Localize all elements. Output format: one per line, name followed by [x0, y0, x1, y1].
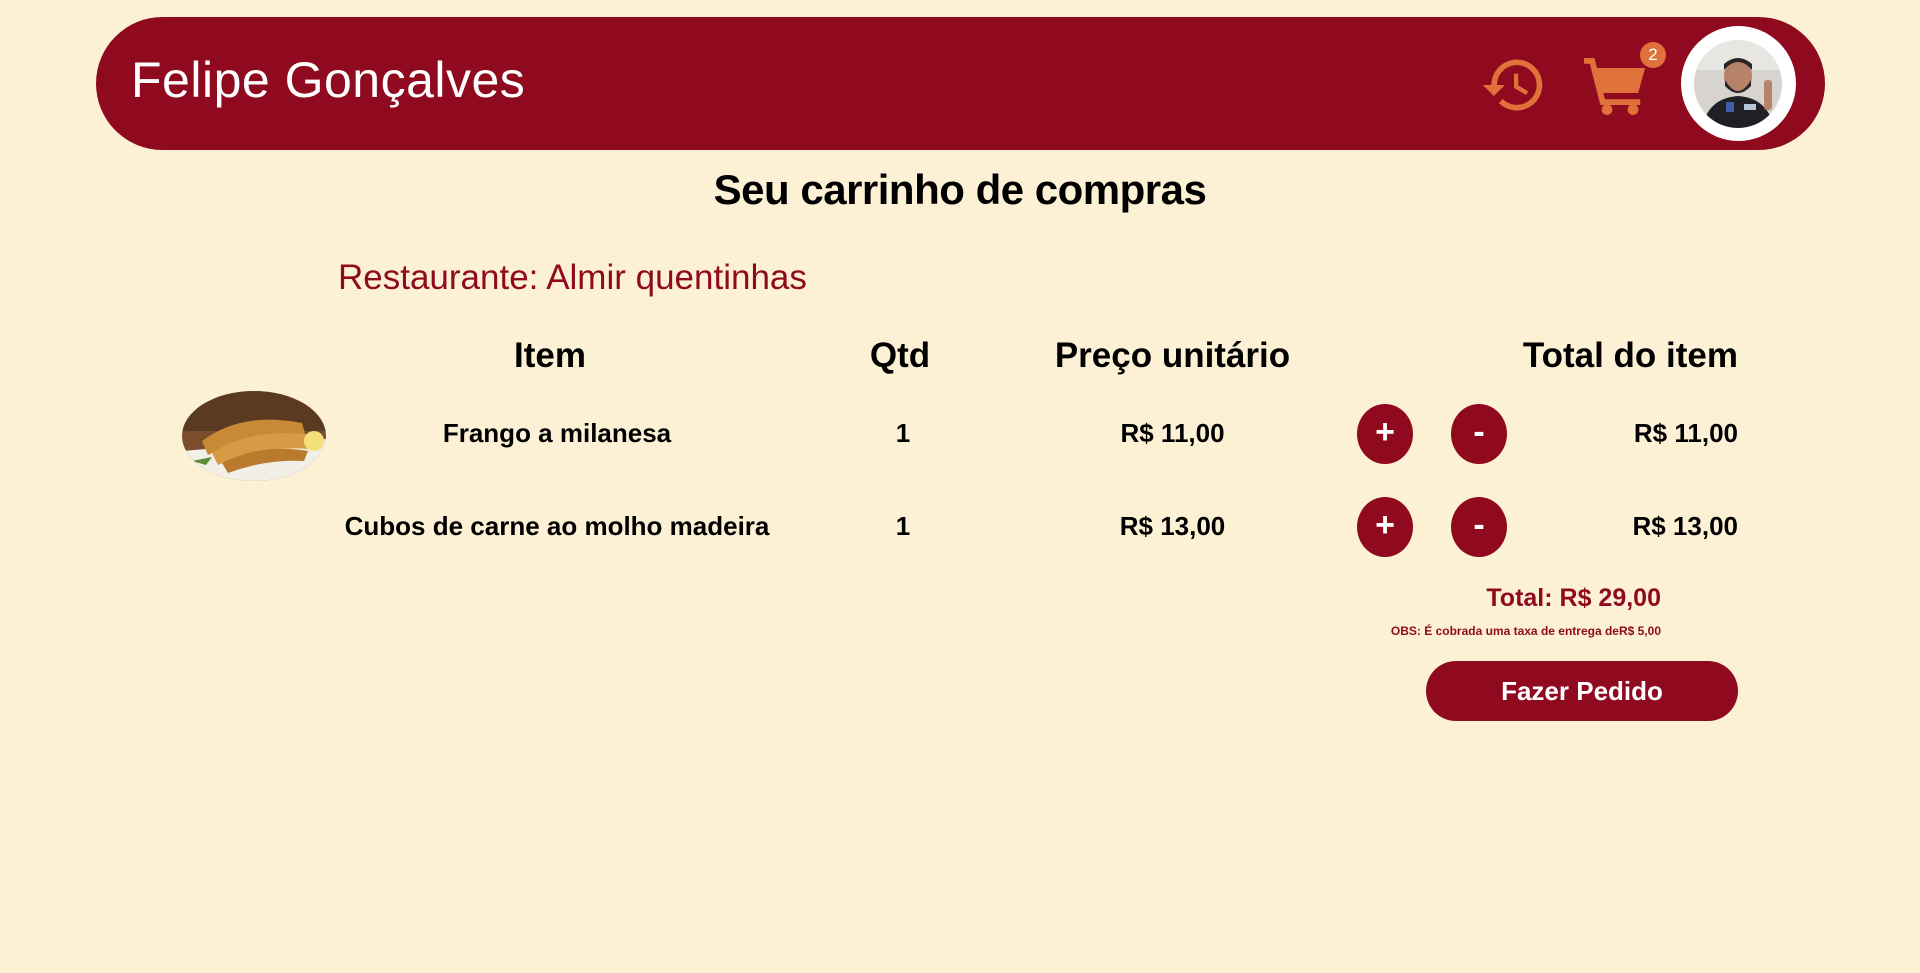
item-name: Cubos de carne ao molho madeira	[344, 511, 770, 541]
item-total: R$ 13,00	[1632, 511, 1738, 541]
user-name: Felipe Gonçalves	[131, 52, 526, 108]
cart-count-badge: 2	[1640, 42, 1666, 68]
page-title: Seu carrinho de compras	[713, 166, 1207, 213]
cart-total: Total: R$ 29,00	[1486, 584, 1661, 612]
increase-qty-button[interactable]: +	[1357, 404, 1413, 464]
place-order-button[interactable]: Fazer Pedido	[1426, 661, 1738, 721]
top-navbar: Felipe Gonçalves 2	[96, 17, 1825, 150]
increase-qty-button[interactable]: +	[1357, 497, 1413, 557]
column-header-qtd: Qtd	[869, 336, 931, 375]
column-header-unit-price: Preço unitário	[1054, 336, 1291, 375]
item-total: R$ 11,00	[1633, 418, 1738, 448]
item-unit-price: R$ 13,00	[1119, 511, 1226, 541]
item-qty: 1	[895, 418, 911, 448]
delivery-fee-note: OBS: É cobrada uma taxa de entrega deR$ …	[1390, 624, 1661, 638]
cart-row: Frango a milanesa 1 R$ 11,00 + - R$ 11,0…	[0, 391, 1920, 481]
history-icon[interactable]	[1480, 51, 1548, 119]
column-header-item-total: Total do item	[1522, 336, 1738, 375]
item-qty: 1	[895, 511, 911, 541]
cart-row: Cubos de carne ao molho madeira 1 R$ 13,…	[0, 491, 1920, 561]
user-avatar	[1694, 40, 1782, 128]
food-photo	[182, 391, 326, 481]
restaurant-name: Restaurante: Almir quentinhas	[338, 258, 807, 297]
decrease-qty-button[interactable]: -	[1451, 497, 1507, 557]
item-name: Frango a milanesa	[442, 418, 672, 448]
decrease-qty-button[interactable]: -	[1451, 404, 1507, 464]
item-unit-price: R$ 11,00	[1120, 418, 1225, 448]
cart-icon[interactable]	[1584, 55, 1648, 115]
column-header-item: Item	[514, 336, 586, 375]
